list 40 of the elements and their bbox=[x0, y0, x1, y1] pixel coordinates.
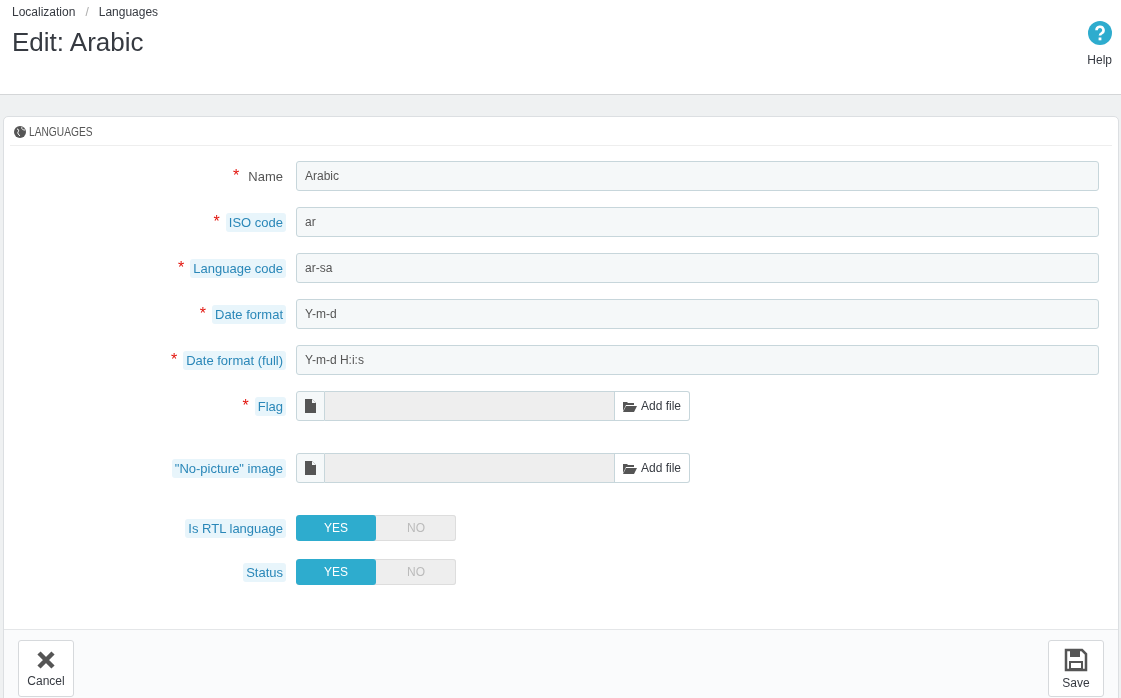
text-field[interactable]: Y-m-d H:i:s bbox=[296, 345, 1099, 375]
page-title: Edit: Arabic bbox=[12, 27, 145, 58]
field-label: ISO code bbox=[225, 212, 286, 232]
text-field[interactable]: ar-sa bbox=[296, 253, 1099, 283]
breadcrumb-separator: / bbox=[85, 5, 89, 19]
help-icon bbox=[1087, 21, 1112, 45]
cancel-button[interactable]: Cancel bbox=[18, 640, 74, 697]
text-field[interactable]: Y-m-d bbox=[296, 299, 1099, 329]
field-label: Flag bbox=[254, 396, 286, 416]
folder-icon bbox=[623, 462, 637, 474]
required-mark: * bbox=[233, 167, 240, 185]
required-mark: * bbox=[170, 351, 178, 369]
required-mark: * bbox=[178, 259, 185, 277]
save-button[interactable]: Save bbox=[1048, 640, 1104, 697]
save-icon bbox=[1064, 647, 1088, 672]
text-field[interactable]: Arabic bbox=[296, 161, 1099, 191]
panel-heading: LANGUAGES bbox=[29, 125, 93, 139]
help-button[interactable]: Help bbox=[1083, 21, 1116, 94]
required-mark: * bbox=[242, 397, 249, 415]
file-icon bbox=[296, 391, 325, 421]
text-field[interactable]: ar bbox=[296, 207, 1099, 237]
file-name-field[interactable] bbox=[325, 453, 615, 483]
field-label: Name bbox=[247, 167, 284, 186]
close-icon bbox=[36, 649, 56, 670]
folder-icon bbox=[623, 400, 637, 412]
globe-icon bbox=[14, 126, 26, 138]
field-label: Status bbox=[243, 562, 286, 582]
field-label: Date format (full) bbox=[183, 350, 286, 370]
field-label: "No-picture" image bbox=[171, 458, 286, 478]
add-file-button[interactable]: Add file bbox=[615, 391, 691, 421]
breadcrumb-link[interactable]: Localization bbox=[12, 5, 76, 19]
required-mark: * bbox=[213, 213, 220, 231]
field-label: Is RTL language bbox=[185, 518, 286, 538]
required-mark: * bbox=[199, 305, 207, 323]
file-icon bbox=[296, 453, 325, 483]
breadcrumb-link[interactable]: Languages bbox=[98, 5, 159, 19]
add-file-button[interactable]: Add file bbox=[615, 453, 691, 483]
field-label: Language code bbox=[190, 258, 286, 278]
field-label: Date format bbox=[212, 304, 286, 324]
file-name-field[interactable] bbox=[325, 391, 615, 421]
